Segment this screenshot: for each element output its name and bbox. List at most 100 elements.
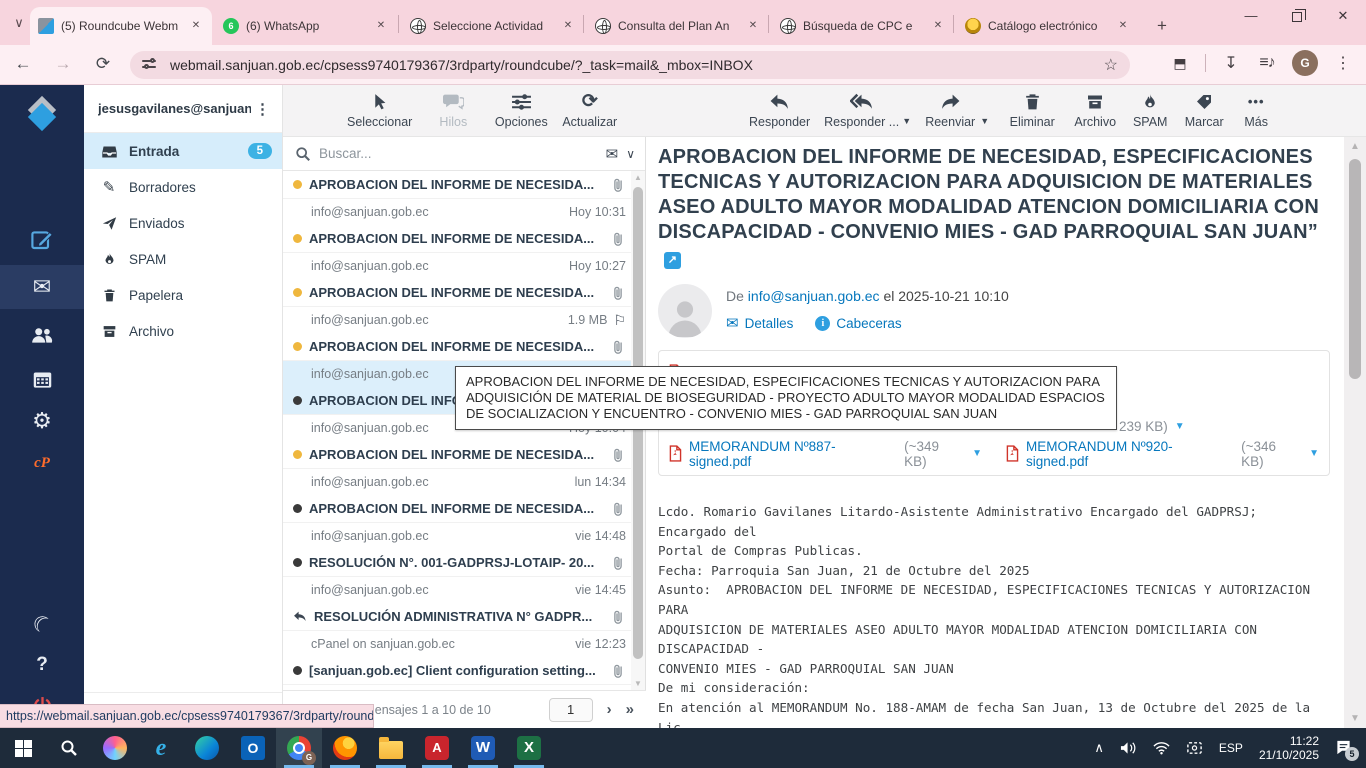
downloads-icon[interactable]: ↧ [1220, 53, 1242, 73]
folder-options-icon[interactable]: ⋮ [251, 100, 274, 118]
scrollbar-thumb[interactable] [1349, 159, 1361, 379]
start-button[interactable] [0, 728, 46, 768]
attachment-menu-icon[interactable]: ▼ [1309, 448, 1319, 459]
attachment-link[interactable]: MEMORANDUM Nº887-signed.pdf (~349 KB) ▼ [669, 439, 982, 469]
refresh-button[interactable]: ⟳ Actualizar [558, 90, 621, 131]
page-number-input[interactable]: 1 [549, 698, 593, 722]
maximize-button[interactable] [1274, 0, 1320, 32]
mark-button[interactable]: Marcar [1179, 90, 1229, 131]
clock[interactable]: 11:22 21/10/2025 [1259, 734, 1319, 762]
select-button[interactable]: Seleccionar [343, 90, 416, 131]
back-button[interactable]: ← [8, 49, 38, 79]
external-link-icon[interactable]: ↗ [664, 252, 681, 269]
cpanel-button[interactable]: cP [0, 441, 84, 485]
list-item[interactable]: info@sanjuan.gob.ecHoy 10:31 APROBACION … [283, 199, 632, 253]
close-window-button[interactable]: ✕ [1320, 0, 1366, 32]
list-scrollbar[interactable]: ▲ ▼ [631, 171, 645, 690]
search-input[interactable] [319, 146, 598, 161]
tab-close-icon[interactable]: ✕ [560, 18, 576, 34]
list-item[interactable]: APROBACION DEL INFORME DE NECESIDA... [283, 171, 632, 199]
acrobat-button[interactable]: A [414, 728, 460, 768]
list-item[interactable]: info@sanjuan.gob.ec1.9 MB⚐ APROBACION DE… [283, 307, 632, 361]
taskbar-search-button[interactable] [46, 728, 92, 768]
folder-drafts[interactable]: ✎ Borradores [84, 169, 282, 205]
settings-nav-button[interactable]: ⚙ [0, 399, 84, 443]
browser-menu-icon[interactable]: ⋮ [1332, 53, 1354, 73]
tab-search-button[interactable]: ∨ [8, 12, 30, 34]
folder-sent[interactable]: Enviados [84, 205, 282, 241]
folder-inbox[interactable]: Entrada 5 [84, 133, 282, 169]
dark-mode-button[interactable]: ☾ [0, 603, 84, 647]
last-page-button[interactable]: » [626, 701, 634, 718]
details-toggle[interactable]: ✉Detalles [726, 314, 793, 332]
list-item[interactable]: info@sanjuan.gob.ecHoy 10:27 APROBACION … [283, 253, 632, 307]
more-button[interactable]: ••• Más [1235, 90, 1277, 131]
scroll-up-icon[interactable]: ▲ [631, 173, 645, 182]
internet-explorer-button[interactable]: e [138, 728, 184, 768]
roundcube-logo[interactable] [0, 93, 84, 137]
tray-chevron-icon[interactable]: ∧ [1094, 740, 1104, 756]
site-info-icon[interactable] [142, 57, 160, 73]
forward-button[interactable]: → [48, 49, 78, 79]
folder-archive[interactable]: Archivo [84, 313, 282, 349]
excel-button[interactable]: X [506, 728, 552, 768]
options-button[interactable]: Opciones [490, 90, 552, 131]
chrome-button[interactable]: G [276, 728, 322, 768]
wifi-icon[interactable] [1153, 741, 1170, 755]
sender-email-link[interactable]: info@sanjuan.gob.ec [748, 288, 880, 304]
chevron-down-icon[interactable]: ▼ [902, 116, 911, 126]
threads-button[interactable]: Hilos [422, 90, 484, 131]
minimize-button[interactable]: — [1228, 0, 1274, 32]
cast-icon[interactable] [1186, 741, 1203, 755]
flag-icon[interactable]: ⚐ [613, 312, 626, 329]
tab-consulta-plan[interactable]: Consulta del Plan An ✕ [587, 7, 769, 45]
tab-seleccione-actividad[interactable]: Seleccione Actividad ✕ [402, 7, 584, 45]
file-explorer-button[interactable] [368, 728, 414, 768]
scroll-down-icon[interactable]: ▼ [631, 679, 645, 688]
archive-button[interactable]: Archivo [1069, 90, 1121, 131]
copilot-button[interactable] [92, 728, 138, 768]
search-scope-mail-icon[interactable]: ✉ [606, 145, 619, 163]
compose-button[interactable] [0, 217, 84, 261]
word-button[interactable]: W [460, 728, 506, 768]
folder-spam[interactable]: SPAM [84, 241, 282, 277]
tab-close-icon[interactable]: ✕ [188, 18, 204, 34]
scroll-up-icon[interactable]: ▲ [1344, 141, 1366, 152]
tab-close-icon[interactable]: ✕ [373, 18, 389, 34]
search-bar[interactable]: ✉ ∨ [283, 137, 645, 171]
headers-toggle[interactable]: iCabeceras [815, 314, 901, 332]
folder-trash[interactable]: Papelera [84, 277, 282, 313]
edge-button[interactable] [184, 728, 230, 768]
scroll-down-icon[interactable]: ▼ [1344, 713, 1366, 724]
attachment-link[interactable]: MEMORANDUM Nº920-signed.pdf (~346 KB) ▼ [1006, 439, 1319, 469]
tab-close-icon[interactable]: ✕ [1115, 18, 1131, 34]
tab-busqueda-cpc[interactable]: Búsqueda de CPC e ✕ [772, 7, 954, 45]
tab-close-icon[interactable]: ✕ [745, 18, 761, 34]
search-options-chevron-icon[interactable]: ∨ [626, 147, 635, 161]
help-button[interactable]: ? [0, 643, 84, 687]
delete-button[interactable]: Eliminar [1001, 90, 1063, 131]
next-page-button[interactable]: › [607, 701, 612, 718]
tab-catalogo[interactable]: Catálogo electrónico ✕ [957, 7, 1139, 45]
attachment-menu-icon[interactable]: ▼ [972, 448, 982, 459]
address-bar[interactable]: webmail.sanjuan.gob.ec/cpsess9740179367/… [130, 51, 1130, 79]
spam-button[interactable]: SPAM [1127, 90, 1173, 131]
reload-button[interactable]: ⟳ [88, 49, 118, 79]
attachment-link[interactable]: 239 KB) ▼ [1119, 419, 1185, 434]
mail-nav-button[interactable]: ✉ [0, 265, 84, 309]
chevron-down-icon[interactable]: ▼ [980, 116, 989, 126]
action-center-button[interactable]: 5 [1335, 739, 1352, 757]
speaker-icon[interactable] [1120, 741, 1137, 755]
tab-roundcube[interactable]: (5) Roundcube Webm ✕ [30, 7, 212, 45]
bookmark-star-icon[interactable]: ☆ [1096, 55, 1118, 75]
list-item[interactable]: info@sanjuan.gob.eclun 14:34 APROBACION … [283, 469, 632, 523]
new-tab-button[interactable]: + [1150, 14, 1174, 38]
list-item[interactable]: info@sanjuan.gob.ecvie 14:48 RESOLUCIÓN … [283, 523, 632, 577]
tab-whatsapp[interactable]: 6 (6) WhatsApp ✕ [215, 7, 397, 45]
firefox-button[interactable] [322, 728, 368, 768]
reply-all-button[interactable]: Responder ... ▼ [820, 90, 903, 131]
language-indicator[interactable]: ESP [1219, 741, 1243, 755]
tab-close-icon[interactable]: ✕ [930, 18, 946, 34]
attachment-menu-icon[interactable]: ▼ [1175, 421, 1185, 432]
profile-avatar[interactable]: G [1292, 50, 1318, 76]
